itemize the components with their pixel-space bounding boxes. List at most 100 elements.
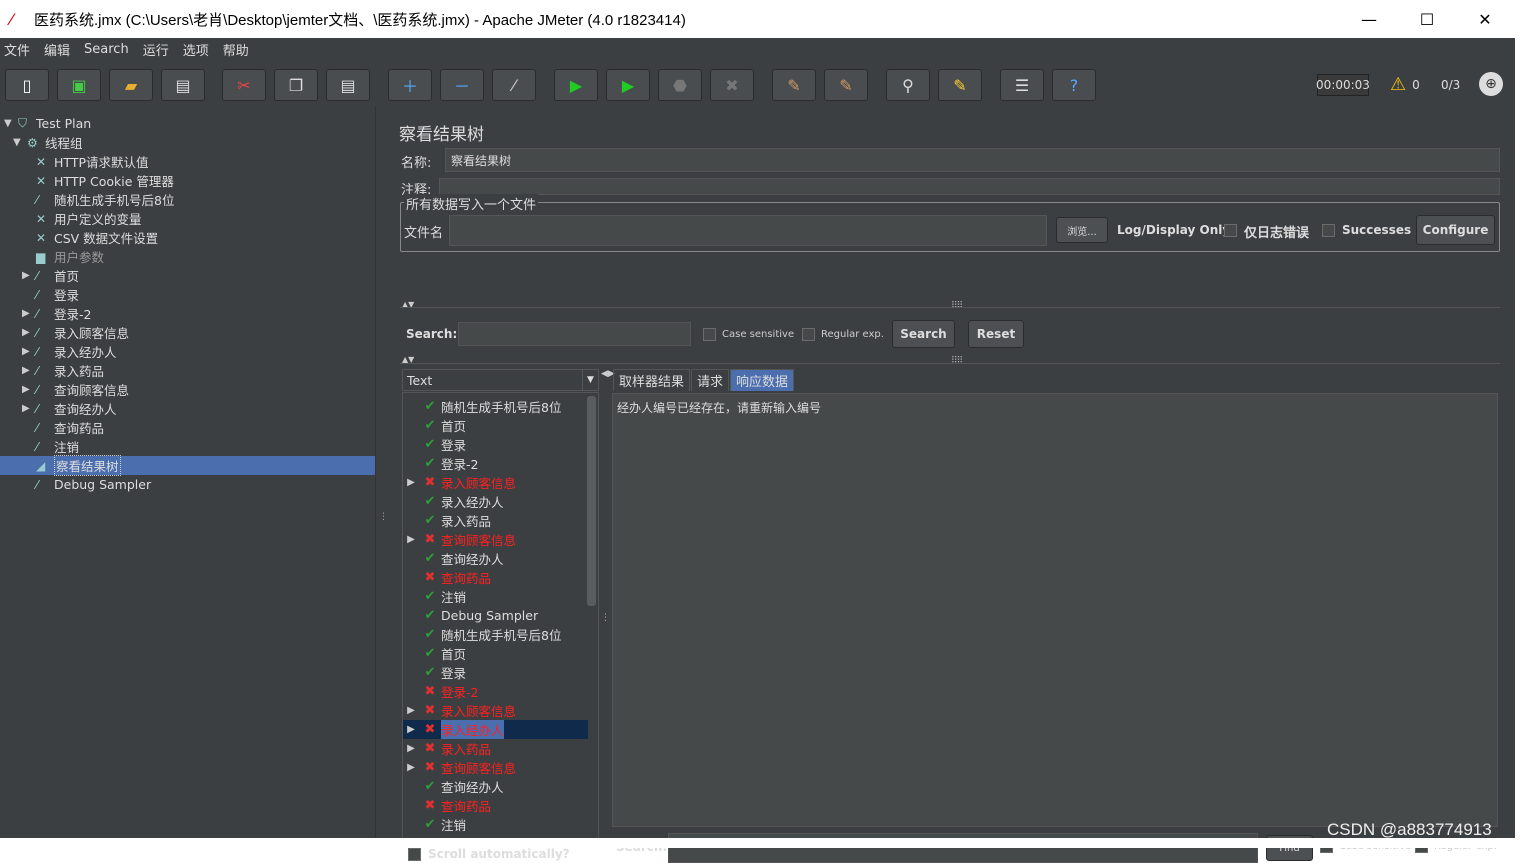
tree-node[interactable]: ◢ 察看结果树: [0, 455, 375, 476]
expand-arrow-icon[interactable]: ▼: [4, 118, 18, 129]
tree-node[interactable]: ▶ ⁄ 查询经办人: [0, 399, 117, 418]
expand-arrow-icon[interactable]: ▶: [403, 743, 419, 754]
expand-arrow-icon[interactable]: ▶: [22, 384, 36, 395]
expand-arrow-icon[interactable]: ▼: [13, 137, 27, 148]
toggle-button[interactable]: ⁄: [492, 69, 536, 101]
tree-node[interactable]: ▼ ⚙ 线程组: [0, 133, 83, 152]
tree-node[interactable]: ⁄ 查询药品: [0, 418, 104, 437]
reset-search-button[interactable]: ✎: [938, 69, 982, 101]
menu-edit[interactable]: 编辑: [44, 40, 70, 59]
tree-node[interactable]: ✕ 用户定义的变量: [0, 209, 142, 228]
tree-node[interactable]: ▼ ⛉ Test Plan: [0, 114, 91, 133]
start-button[interactable]: ▶: [554, 69, 598, 101]
result-item[interactable]: ✔ 随机生成手机号后8位: [403, 625, 588, 644]
tree-node[interactable]: ✕ HTTP Cookie 管理器: [0, 171, 174, 190]
menu-file[interactable]: 文件: [4, 40, 30, 59]
result-item[interactable]: ✔ 登录-2: [403, 454, 588, 473]
remote-globe-icon[interactable]: ⊕: [1479, 72, 1503, 96]
tree-node[interactable]: ▆ 用户参数: [0, 247, 104, 266]
result-item[interactable]: ✔ 登录: [403, 663, 588, 682]
expand-arrow-icon[interactable]: ▶: [403, 477, 419, 488]
result-item[interactable]: ▶ ✖ 查询顾客信息: [403, 758, 588, 777]
tree-node[interactable]: ▶ ⁄ 录入顾客信息: [0, 323, 129, 342]
tree-node[interactable]: ▶ ⁄ 首页: [0, 266, 79, 285]
new-button[interactable]: ▯: [5, 69, 49, 101]
filename-input[interactable]: [449, 215, 1047, 246]
results-splitter[interactable]: ◀▶ ⋮: [600, 369, 615, 839]
regex-checkbox[interactable]: [802, 328, 815, 341]
collapse-all-button[interactable]: －: [440, 69, 484, 101]
result-item[interactable]: ✔ 随机生成手机号后8位: [403, 397, 588, 416]
result-item[interactable]: ▶ ✖ 录入经办人: [403, 720, 588, 739]
response-data-pane[interactable]: 经办人编号已经存在，请重新输入编号: [612, 393, 1498, 827]
result-item[interactable]: ✔ Debug Sampler: [403, 606, 588, 625]
templates-button[interactable]: ▣: [57, 69, 101, 101]
response-tab[interactable]: 请求: [691, 369, 730, 391]
maximize-button[interactable]: ☐: [1398, 0, 1456, 38]
menu-search[interactable]: Search: [84, 42, 129, 57]
result-item[interactable]: ✖ 登录-2: [403, 682, 588, 701]
result-item[interactable]: ✔ 注销: [403, 587, 588, 606]
result-item[interactable]: ▶ ✖ 录入顾客信息: [403, 701, 588, 720]
search-button[interactable]: ⚲: [886, 69, 930, 101]
expand-arrow-icon[interactable]: ▶: [22, 327, 36, 338]
search-input[interactable]: [458, 322, 691, 346]
tree-node[interactable]: ✕ HTTP请求默认值: [0, 152, 149, 171]
tree-node[interactable]: ▶ ⁄ 登录-2: [0, 304, 91, 323]
case-sensitive-checkbox[interactable]: [703, 328, 716, 341]
result-item[interactable]: ▶ ✖ 查询顾客信息: [403, 530, 588, 549]
expand-arrow-icon[interactable]: ▶: [22, 308, 36, 319]
result-item[interactable]: ▶ ✖ 录入药品: [403, 739, 588, 758]
tree-node[interactable]: ▶ ⁄ 录入经办人: [0, 342, 117, 361]
menu-run[interactable]: 运行: [143, 40, 169, 59]
result-item[interactable]: ✔ 注销: [403, 815, 588, 834]
expand-arrow-icon[interactable]: ▶: [22, 346, 36, 357]
menu-help[interactable]: 帮助: [223, 40, 249, 59]
expand-arrow-icon[interactable]: ▶: [22, 365, 36, 376]
help-button[interactable]: ?: [1052, 69, 1096, 101]
result-item[interactable]: ✖ 查询药品: [403, 796, 588, 815]
browse-button[interactable]: 浏览...: [1056, 217, 1108, 243]
expand-arrow-icon[interactable]: ▶: [22, 403, 36, 414]
expand-arrow-icon[interactable]: ▶: [403, 534, 419, 545]
result-item[interactable]: ✔ 录入经办人: [403, 492, 588, 511]
result-item[interactable]: ✔ 首页: [403, 644, 588, 663]
save-button[interactable]: ▤: [161, 69, 205, 101]
result-item[interactable]: ✔ 首页: [403, 416, 588, 435]
tree-node[interactable]: ⁄ Debug Sampler: [0, 475, 151, 494]
result-item[interactable]: ✔ 查询经办人: [403, 777, 588, 796]
successes-checkbox[interactable]: [1322, 224, 1335, 237]
tree-node[interactable]: ✕ CSV 数据文件设置: [0, 228, 158, 247]
start-no-pause-button[interactable]: ▶: [606, 69, 650, 101]
divider-grip-icon-2[interactable]: ⠿⠿: [951, 356, 963, 366]
paste-button[interactable]: ▤: [326, 69, 370, 101]
reset-button[interactable]: Reset: [968, 320, 1024, 348]
tree-node[interactable]: ⁄ 登录: [0, 285, 79, 304]
tree-node[interactable]: ▶ ⁄ 查询顾客信息: [0, 380, 129, 399]
result-item[interactable]: ✔ 录入药品: [403, 511, 588, 530]
expand-arrow-icon[interactable]: ▶: [403, 724, 419, 735]
menu-options[interactable]: 选项: [183, 40, 209, 59]
search-submit-button[interactable]: Search: [892, 320, 955, 348]
scroll-auto-checkbox[interactable]: [408, 848, 421, 861]
configure-button[interactable]: Configure: [1416, 215, 1495, 245]
shutdown-button[interactable]: ✖: [710, 69, 754, 101]
stop-button[interactable]: ⬣: [658, 69, 702, 101]
close-button[interactable]: ✕: [1456, 0, 1514, 38]
tree-node[interactable]: ⁄ 注销: [0, 437, 79, 456]
cut-button[interactable]: ✂: [222, 69, 266, 101]
errors-only-checkbox[interactable]: [1224, 224, 1237, 237]
expand-all-button[interactable]: ＋: [388, 69, 432, 101]
comment-field[interactable]: [439, 178, 1500, 195]
minimize-button[interactable]: —: [1340, 0, 1398, 38]
clear-button[interactable]: ✎: [772, 69, 816, 101]
renderer-select[interactable]: Text ▼: [402, 369, 599, 391]
main-splitter[interactable]: ⋮: [375, 106, 388, 838]
open-button[interactable]: ▰: [109, 69, 153, 101]
result-item[interactable]: ✖ 查询药品: [403, 568, 588, 587]
function-helper-button[interactable]: ☰: [1000, 69, 1044, 101]
response-tab[interactable]: 取样器结果: [613, 369, 691, 391]
response-tab[interactable]: 响应数据: [730, 369, 795, 391]
expand-arrow-icon[interactable]: ▶: [22, 270, 36, 281]
tree-node[interactable]: ⁄ 随机生成手机号后8位: [0, 190, 174, 209]
